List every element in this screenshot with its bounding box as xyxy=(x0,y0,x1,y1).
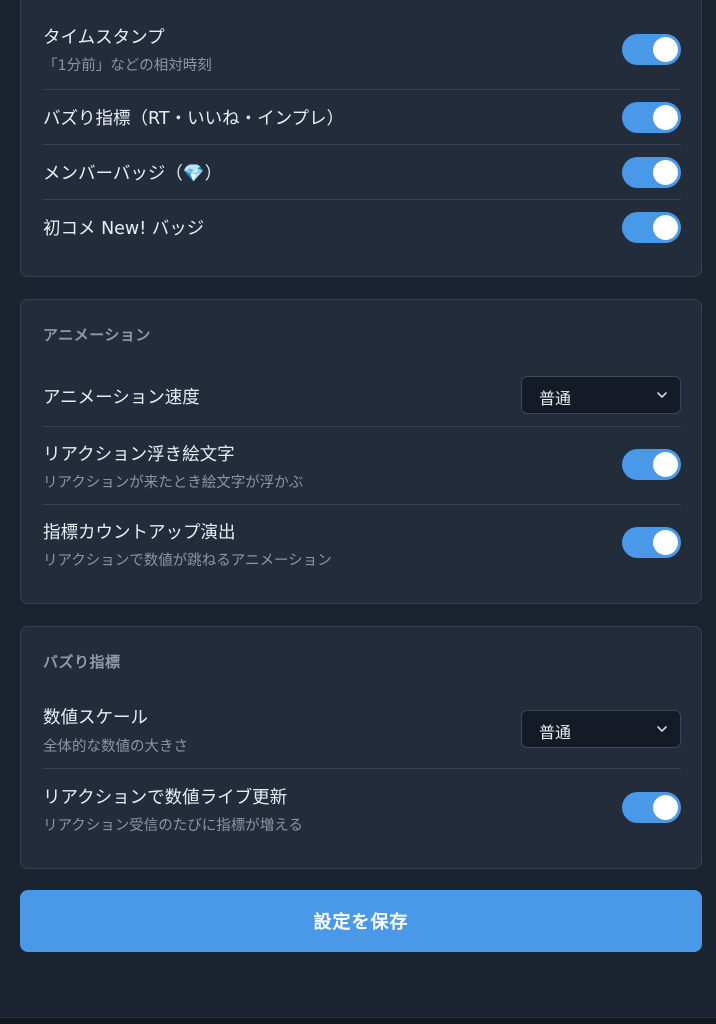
setting-row-countup: 指標カウントアップ演出 リアクションで数値が跳ねるアニメーション xyxy=(43,505,681,583)
countup-label: 指標カウントアップ演出 xyxy=(43,523,236,543)
animation-section-title: アニメーション xyxy=(43,326,151,344)
first-comment-badge-label: 初コメ New! バッジ xyxy=(43,219,205,239)
reaction-emoji-description: リアクションが来たとき絵文字が浮かぶ xyxy=(43,475,304,491)
first-comment-badge-toggle[interactable] xyxy=(622,212,681,243)
bottom-edge xyxy=(0,1017,716,1024)
setting-row-live-update: リアクションで数値ライブ更新 リアクション受信のたびに指標が増える xyxy=(43,769,681,847)
buzz-settings-card: バズり指標 数値スケール 全体的な数値の大きさ 普通 リアクションで数値ライブ更… xyxy=(20,626,702,869)
save-settings-button[interactable]: 設定を保存 xyxy=(20,890,702,952)
member-badge-label: メンバーバッジ（💎） xyxy=(43,164,223,184)
setting-row-first-comment-badge: 初コメ New! バッジ xyxy=(43,200,681,255)
timestamp-toggle[interactable] xyxy=(622,34,681,65)
reaction-emoji-toggle[interactable] xyxy=(622,449,681,480)
toggle-knob xyxy=(653,105,678,130)
setting-row-member-badge: メンバーバッジ（💎） xyxy=(43,145,681,200)
live-update-label: リアクションで数値ライブ更新 xyxy=(43,788,288,808)
setting-row-timestamp: タイムスタンプ 「1分前」などの相対時刻 xyxy=(43,18,681,90)
animation-speed-label: アニメーション速度 xyxy=(43,388,200,408)
toggle-knob xyxy=(653,37,678,62)
animation-settings-card: アニメーション アニメーション速度 普通 リアクション浮き絵文字 リアクションが… xyxy=(20,299,702,604)
number-scale-label: 数値スケール xyxy=(43,708,148,728)
toggle-knob xyxy=(653,530,678,555)
setting-row-reaction-emoji: リアクション浮き絵文字 リアクションが来たとき絵文字が浮かぶ xyxy=(43,427,681,505)
number-scale-value: 普通 xyxy=(539,723,572,742)
countup-description: リアクションで数値が跳ねるアニメーション xyxy=(43,553,332,569)
buzz-metrics-toggle[interactable] xyxy=(622,102,681,133)
setting-row-animation-speed: アニメーション速度 普通 xyxy=(43,362,681,427)
member-badge-toggle[interactable] xyxy=(622,157,681,188)
reaction-emoji-label: リアクション浮き絵文字 xyxy=(43,445,235,465)
chevron-down-icon xyxy=(657,726,667,732)
countup-toggle[interactable] xyxy=(622,527,681,558)
timestamp-description: 「1分前」などの相対時刻 xyxy=(43,58,212,74)
buzz-section-title: バズり指標 xyxy=(43,653,121,671)
number-scale-select[interactable]: 普通 xyxy=(521,710,681,748)
toggle-knob xyxy=(653,795,678,820)
toggle-knob xyxy=(653,452,678,477)
toggle-knob xyxy=(653,160,678,185)
animation-speed-value: 普通 xyxy=(539,389,572,408)
animation-speed-select[interactable]: 普通 xyxy=(521,376,681,414)
buzz-metrics-label: バズり指標（RT・いいね・インプレ） xyxy=(43,109,345,129)
display-settings-card: タイムスタンプ 「1分前」などの相対時刻 バズり指標（RT・いいね・インプレ） … xyxy=(20,0,702,277)
chevron-down-icon xyxy=(657,392,667,398)
timestamp-label: タイムスタンプ xyxy=(43,28,165,48)
number-scale-description: 全体的な数値の大きさ xyxy=(43,739,188,755)
live-update-toggle[interactable] xyxy=(622,792,681,823)
setting-row-buzz-metrics: バズり指標（RT・いいね・インプレ） xyxy=(43,90,681,145)
toggle-knob xyxy=(653,215,678,240)
setting-row-number-scale: 数値スケール 全体的な数値の大きさ 普通 xyxy=(43,689,681,769)
live-update-description: リアクション受信のたびに指標が増える xyxy=(43,818,303,834)
